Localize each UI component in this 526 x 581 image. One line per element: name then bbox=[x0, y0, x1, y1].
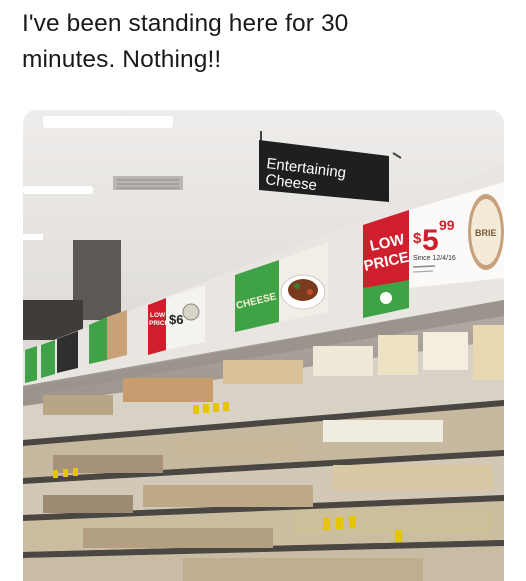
post-caption: I've been standing here for 30 minutes. … bbox=[22, 6, 502, 78]
caption-line-1: I've been standing here for 30 bbox=[22, 10, 349, 37]
small-tag-price: $6 bbox=[169, 312, 183, 327]
supermarket-shelf-scene: LOW PRICE $6 CHEESE LOW PRICE $ 5 99 Sin… bbox=[23, 110, 504, 581]
food-image bbox=[288, 279, 318, 301]
price-cents: 99 bbox=[439, 217, 455, 233]
price-dollar: $ bbox=[413, 230, 422, 247]
small-tag-line1: LOW bbox=[150, 312, 166, 319]
ceiling-light bbox=[23, 234, 43, 240]
brie-label: BRIE bbox=[475, 228, 497, 238]
banner-photo bbox=[107, 310, 127, 360]
price-main: 5 bbox=[422, 224, 439, 257]
price-since-date: Since 12/4/16 bbox=[413, 255, 456, 262]
ceiling-light bbox=[43, 116, 173, 128]
banner-green bbox=[89, 317, 107, 364]
store-photo: LOW PRICE $6 CHEESE LOW PRICE $ 5 99 Sin… bbox=[23, 110, 504, 581]
caption-line-2: minutes. Nothing!! bbox=[22, 46, 222, 73]
brand-logo-icon bbox=[380, 292, 392, 304]
banner-green bbox=[41, 340, 55, 378]
cheese-plate-image bbox=[182, 303, 200, 321]
banner-green bbox=[25, 346, 37, 383]
ceiling-light bbox=[23, 186, 93, 194]
